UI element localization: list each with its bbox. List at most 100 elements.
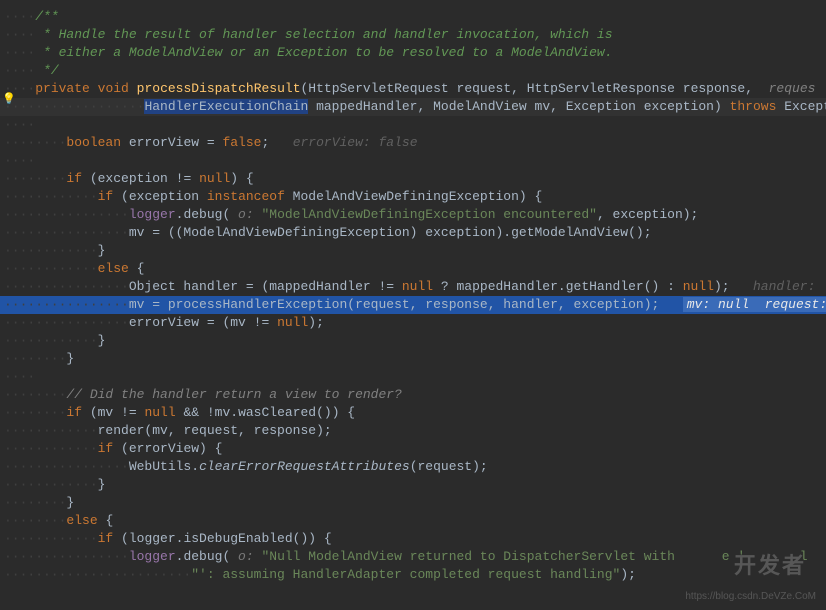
code-line[interactable]: ················WebUtils.clearErrorReque… bbox=[0, 458, 826, 476]
code-line[interactable]: ···· * either a ModelAndView or an Excep… bbox=[0, 44, 826, 62]
code-line[interactable]: ············render(mv, request, response… bbox=[0, 422, 826, 440]
code-line[interactable]: ········boolean errorView = false; error… bbox=[0, 134, 826, 152]
end: ); bbox=[620, 567, 636, 582]
execution-line[interactable]: ················mv = processHandlerExcep… bbox=[0, 296, 826, 314]
keyword: boolean bbox=[66, 135, 121, 150]
code-line[interactable]: ········else { bbox=[0, 512, 826, 530]
type-check: ModelAndViewDefiningException) { bbox=[285, 189, 542, 204]
keyword-null: null bbox=[199, 171, 230, 186]
assignment: mv = processHandlerException(request bbox=[129, 297, 410, 312]
brace: { bbox=[98, 513, 114, 528]
var-decl: Object handler = (mappedHandler != bbox=[129, 279, 402, 294]
code-line[interactable]: ············else { bbox=[0, 260, 826, 278]
field-logger: logger bbox=[129, 549, 176, 564]
string-literal: "': assuming HandlerAdapter completed re… bbox=[191, 567, 620, 582]
keyword-false: false bbox=[222, 135, 261, 150]
field-logger: logger bbox=[129, 207, 176, 222]
code-line[interactable]: ········// Did the handler return a view… bbox=[0, 386, 826, 404]
keyword-if: if bbox=[66, 405, 82, 420]
selected-text: HandlerExecutionChain bbox=[144, 99, 308, 114]
args: , response, handler, exception); bbox=[410, 297, 660, 312]
code-line[interactable]: ········} bbox=[0, 494, 826, 512]
code-line[interactable]: ············} bbox=[0, 476, 826, 494]
condition: (exception != bbox=[82, 171, 199, 186]
lightbulb-icon[interactable]: 💡 bbox=[2, 92, 16, 106]
execution-hint: mv: null request: bbox=[683, 297, 826, 312]
blank-line[interactable]: ···· bbox=[0, 116, 826, 134]
params: HttpServletResponse response bbox=[519, 81, 745, 96]
code-editor[interactable]: ····/** ···· * Handle the result of hand… bbox=[0, 0, 826, 592]
keyword: throws bbox=[730, 99, 777, 114]
keyword-if: if bbox=[66, 171, 82, 186]
brace: } bbox=[66, 495, 74, 510]
watermark-small: https://blog.csdn.DeVZe.CoM bbox=[685, 591, 816, 602]
params: mappedHandler bbox=[308, 99, 417, 114]
var-decl: errorView = bbox=[121, 135, 222, 150]
code-line[interactable]: ············if (logger.isDebugEnabled())… bbox=[0, 530, 826, 548]
keyword-null: null bbox=[683, 279, 714, 294]
keyword-null: null bbox=[402, 279, 433, 294]
end: ); bbox=[308, 315, 324, 330]
brace: } bbox=[98, 243, 106, 258]
params: ModelAndView mv bbox=[425, 99, 550, 114]
code-line[interactable]: ················logger.debug( o: "ModelA… bbox=[0, 206, 826, 224]
keyword-if: if bbox=[98, 189, 114, 204]
watermark-big: 开发者 bbox=[734, 548, 806, 580]
ternary: ? mappedHandler.getHandler() : bbox=[433, 279, 683, 294]
doc-comment: */ bbox=[35, 63, 58, 78]
keyword-null: null bbox=[277, 315, 308, 330]
blank-line[interactable]: ···· bbox=[0, 152, 826, 170]
args: , request, response); bbox=[168, 423, 332, 438]
keyword-if: if bbox=[98, 531, 114, 546]
code-line[interactable]: ················mv = ((ModelAndViewDefin… bbox=[0, 224, 826, 242]
keyword: private bbox=[35, 81, 90, 96]
code-line[interactable]: ············if (exception instanceof Mod… bbox=[0, 188, 826, 206]
keyword-if: if bbox=[98, 441, 114, 456]
code-line[interactable]: ···· * Handle the result of handler sele… bbox=[0, 26, 826, 44]
static-method: clearErrorRequestAttributes bbox=[199, 459, 410, 474]
code-line[interactable]: ········if (mv != null && !mv.wasCleared… bbox=[0, 404, 826, 422]
condition: (errorView) { bbox=[113, 441, 222, 456]
code-line[interactable]: ················Object handler = (mapped… bbox=[0, 278, 826, 296]
code-line[interactable]: ····private void processDispatchResult(H… bbox=[0, 80, 826, 98]
end: ); bbox=[714, 279, 730, 294]
assignment: mv = ((ModelAndViewDefiningException) ex… bbox=[129, 225, 652, 240]
args: (request); bbox=[410, 459, 488, 474]
code-line[interactable]: ········if (exception != null) { bbox=[0, 170, 826, 188]
method-call: .debug( bbox=[176, 207, 231, 222]
blank-line[interactable]: ···· bbox=[0, 368, 826, 386]
keyword-else: else bbox=[66, 513, 97, 528]
code-line[interactable]: ··················HandlerExecutionChain … bbox=[0, 98, 826, 116]
brace: } bbox=[98, 333, 106, 348]
doc-comment: /** bbox=[35, 9, 58, 24]
doc-comment: * Handle the result of handler selection… bbox=[35, 27, 612, 42]
code-line[interactable]: ········} bbox=[0, 350, 826, 368]
exception-type: Exception bbox=[776, 99, 826, 114]
condition: (logger.isDebugEnabled()) { bbox=[113, 531, 331, 546]
condition: && !mv.wasCleared()) { bbox=[176, 405, 355, 420]
params: Exception exception) bbox=[558, 99, 730, 114]
keyword-else: else bbox=[98, 261, 129, 276]
param-hint: o: bbox=[230, 549, 261, 564]
brace: } bbox=[98, 477, 106, 492]
keyword: void bbox=[98, 81, 129, 96]
brace: } bbox=[66, 351, 74, 366]
code-line[interactable]: ························"': assuming Han… bbox=[0, 566, 826, 584]
code-line[interactable]: ················logger.debug( o: "Null M… bbox=[0, 548, 826, 566]
code-line[interactable]: ············} bbox=[0, 242, 826, 260]
assignment: errorView = (mv != bbox=[129, 315, 277, 330]
params: (HttpServletRequest request bbox=[301, 81, 512, 96]
code-line[interactable]: ····/** bbox=[0, 8, 826, 26]
code-line[interactable]: ················errorView = (mv != null)… bbox=[0, 314, 826, 332]
method-call: .debug( bbox=[176, 549, 231, 564]
code-line[interactable]: ············if (errorView) { bbox=[0, 440, 826, 458]
code-line[interactable]: ···· */ bbox=[0, 62, 826, 80]
string-literal: "Null ModelAndView returned to Dispatche… bbox=[261, 549, 674, 564]
inline-hint: handler: bbox=[753, 279, 815, 294]
keyword-null: null bbox=[144, 405, 175, 420]
brace: { bbox=[129, 261, 145, 276]
string-literal bbox=[675, 549, 722, 564]
args: , exception); bbox=[597, 207, 698, 222]
class-ref: WebUtils bbox=[129, 459, 191, 474]
code-line[interactable]: ············} bbox=[0, 332, 826, 350]
